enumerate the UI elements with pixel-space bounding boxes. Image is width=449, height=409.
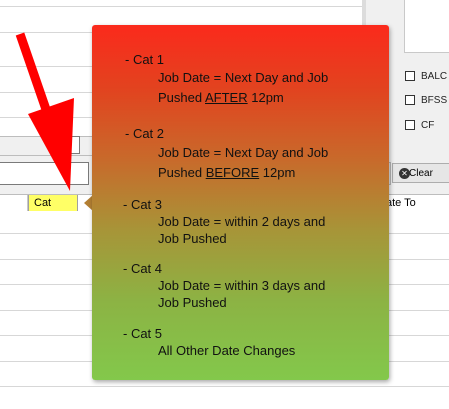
cat-2-prefix: Pushed bbox=[158, 165, 206, 180]
cat-1-line-2: Pushed AFTER 12pm bbox=[158, 90, 284, 105]
cat-5-line-1: All Other Date Changes bbox=[158, 343, 296, 358]
cat-2-line-1: Job Date = Next Day and Job bbox=[158, 145, 329, 160]
cat-3-line-2: Job Pushed bbox=[158, 231, 227, 246]
cat-5-title: - Cat 5 bbox=[123, 326, 163, 341]
cat-2-line-2: Pushed BEFORE 12pm bbox=[158, 165, 295, 180]
cat-4-line-2: Job Pushed bbox=[158, 295, 227, 310]
cat-3-title: - Cat 3 bbox=[123, 197, 163, 212]
cat-3-line-1: Job Date = within 2 days and bbox=[158, 214, 326, 229]
cat-1-prefix: Pushed bbox=[158, 90, 205, 105]
cat-1-suffix: 12pm bbox=[247, 90, 284, 105]
category-legend-tooltip: - Cat 1 Job Date = Next Day and Job Push… bbox=[92, 25, 389, 380]
cat-1-title: - Cat 1 bbox=[125, 52, 165, 67]
cat-4-line-1: Job Date = within 3 days and bbox=[158, 278, 326, 293]
cat-2-suffix: 12pm bbox=[259, 165, 296, 180]
red-arrow-icon bbox=[15, 32, 74, 191]
cat-2-emphasis: BEFORE bbox=[205, 165, 260, 180]
cat-2-title: - Cat 2 bbox=[125, 126, 165, 141]
cat-1-emphasis: AFTER bbox=[205, 90, 248, 105]
cat-4-title: - Cat 4 bbox=[123, 261, 163, 276]
cat-1-line-1: Job Date = Next Day and Job bbox=[158, 70, 329, 85]
